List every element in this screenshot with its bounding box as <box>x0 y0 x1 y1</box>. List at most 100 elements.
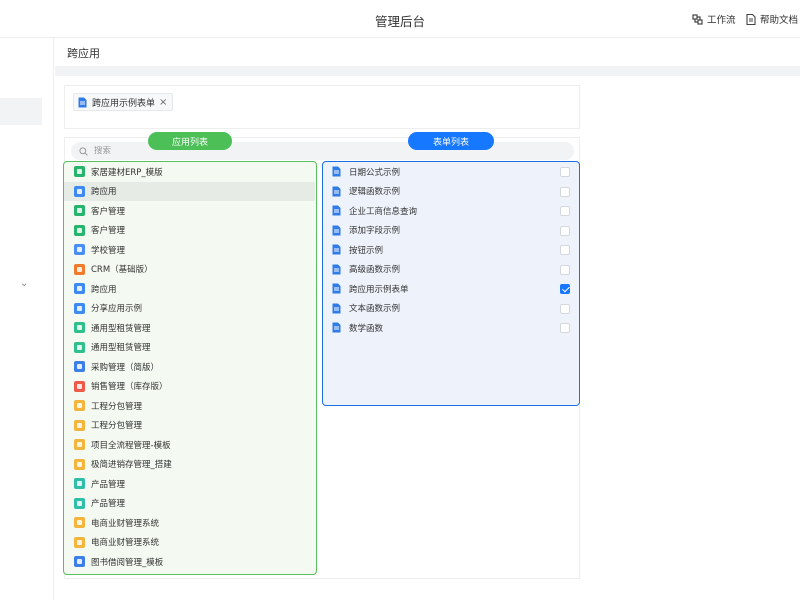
app-icon <box>74 361 85 373</box>
form-item-checkbox[interactable] <box>560 284 570 294</box>
form-doc-icon <box>332 283 341 294</box>
form-item-checkbox[interactable] <box>560 264 570 275</box>
app-list-item[interactable]: 工程分包管理 <box>64 396 315 416</box>
tag-close-icon[interactable]: × <box>159 97 167 108</box>
app-item-label: 通用型租赁管理 <box>91 323 151 334</box>
app-icon <box>74 205 85 217</box>
form-doc-icon <box>332 303 341 314</box>
form-item-checkbox[interactable] <box>560 323 570 333</box>
app-list-item[interactable]: 学校管理 <box>64 240 315 260</box>
form-list-item[interactable]: 添加字段示例 <box>323 221 578 241</box>
app-item-label: 工程分包管理 <box>91 421 143 432</box>
form-list-item[interactable]: 日期公式示例 <box>323 162 578 182</box>
app-list-item[interactable]: 工程分包管理 <box>64 416 315 436</box>
app-icon <box>74 166 85 178</box>
form-list-label: 表单列表 <box>408 132 494 150</box>
sidebar-active-item[interactable] <box>0 98 42 125</box>
form-doc-icon <box>332 205 341 216</box>
help-doc-icon <box>746 13 756 25</box>
app-icon <box>74 341 85 353</box>
app-item-label: 图书借阅管理_模板 <box>91 557 164 568</box>
form-item-checkbox[interactable] <box>560 225 570 236</box>
app-list-item[interactable]: 产品管理 <box>64 474 315 494</box>
chevron-down-icon[interactable]: ⌄ <box>20 278 28 289</box>
divider-strip <box>55 66 800 76</box>
form-doc-icon <box>332 322 341 333</box>
app-list-item[interactable]: 跨应用 <box>64 279 315 299</box>
form-list-item[interactable]: 跨应用示例表单 <box>323 279 578 299</box>
form-item-label: 日期公式示例 <box>349 167 401 178</box>
app-list-item[interactable]: 电商业财管理系统 <box>64 533 315 553</box>
form-item-label: 跨应用示例表单 <box>349 284 409 295</box>
app-list-item[interactable]: 通用型租赁管理 <box>64 318 315 338</box>
app-icon <box>74 322 85 334</box>
app-list-item[interactable]: 项目全流程管理-模板 <box>64 435 315 455</box>
app-list-item[interactable]: 分享应用示例 <box>64 299 315 319</box>
app-list-item[interactable]: 家居建材ERP_模版 <box>64 162 315 182</box>
form-list: 日期公式示例 逻辑函数示例企业工商信息查询 添加字段示例按钮示例高级函数示例 跨应用示… <box>322 161 580 406</box>
app-list-item[interactable]: 销售管理（库存版） <box>64 377 315 397</box>
app-list-item[interactable]: 采购管理（简版） <box>64 357 315 377</box>
app-list-item[interactable]: 图书借阅管理_模板 <box>64 552 315 572</box>
form-item-label: 逻辑函数示例 <box>349 187 401 198</box>
app-item-label: 项目全流程管理-模板 <box>91 440 171 451</box>
app-list-item[interactable]: 电商业财管理系统 <box>64 513 315 533</box>
app-icon <box>74 185 85 197</box>
app-list-item[interactable]: CRM（基础版） <box>64 260 315 280</box>
form-doc-icon <box>332 244 341 255</box>
left-sidebar: ⌄ <box>0 38 54 600</box>
help-docs-link[interactable]: 帮助文档 <box>746 12 798 26</box>
app-icon <box>74 263 85 275</box>
app-list-item[interactable]: 客户管理 <box>64 221 315 241</box>
form-item-label: 文本函数示例 <box>349 304 401 315</box>
app-title: 管理后台 <box>374 14 425 29</box>
workflow-label: 工作流 <box>707 15 736 26</box>
app-icon <box>74 458 85 470</box>
form-item-checkbox[interactable] <box>560 245 570 255</box>
app-item-label: 电商业财管理系统 <box>91 518 160 529</box>
page-title: 跨应用 <box>67 47 100 60</box>
form-list-item[interactable]: 逻辑函数示例 <box>323 182 578 202</box>
app-icon <box>74 244 85 256</box>
selected-tag: 跨应用示例表单 × <box>73 93 174 111</box>
app-item-label: 分享应用示例 <box>91 304 143 315</box>
form-item-checkbox[interactable] <box>560 186 570 197</box>
form-doc-icon <box>78 97 87 107</box>
app-icon <box>74 439 85 451</box>
selected-tags-box[interactable]: 跨应用示例表单 × <box>64 85 580 129</box>
app-item-label: CRM（基础版） <box>91 265 153 276</box>
app-icon <box>74 302 85 314</box>
app-icon <box>74 536 85 548</box>
app-item-label: 电商业财管理系统 <box>91 538 160 549</box>
form-item-checkbox[interactable] <box>560 303 570 314</box>
form-list-item[interactable]: 文本函数示例 <box>323 299 578 319</box>
search-icon <box>79 146 88 156</box>
form-item-label: 高级函数示例 <box>349 265 401 276</box>
app-list-item[interactable]: 通用型租赁管理 <box>64 338 315 358</box>
app-list: 家居建材ERP_模版 跨应用 客户管理 客户管理 学校管理 CRM（基础版） 跨应用 分享应用… <box>63 161 317 575</box>
app-item-label: 产品管理 <box>91 499 126 510</box>
app-list-item[interactable]: 极简进销存管理_搭建 <box>64 455 315 475</box>
workflow-icon <box>692 13 703 25</box>
app-item-label: 极简进销存管理_搭建 <box>91 460 172 471</box>
app-item-label: 学校管理 <box>91 245 126 256</box>
app-icon <box>74 517 85 529</box>
search-bar[interactable] <box>71 142 574 160</box>
app-item-label: 工程分包管理 <box>91 401 143 412</box>
app-list-item[interactable]: 客户管理 <box>64 201 315 221</box>
form-list-item[interactable]: 高级函数示例 <box>323 260 578 280</box>
form-doc-icon <box>332 225 341 236</box>
form-item-checkbox[interactable] <box>560 206 570 216</box>
app-list-item[interactable]: 产品管理 <box>64 494 315 514</box>
app-item-label: 客户管理 <box>91 206 126 217</box>
form-list-item[interactable]: 数学函数 <box>323 318 578 338</box>
workflow-link[interactable]: 工作流 <box>692 12 736 26</box>
app-item-label: 采购管理（简版） <box>91 362 160 373</box>
form-item-label: 按钮示例 <box>349 245 384 256</box>
form-list-item[interactable]: 按钮示例 <box>323 240 578 260</box>
app-list-item[interactable]: 跨应用 <box>64 181 315 201</box>
form-item-checkbox[interactable] <box>560 167 570 177</box>
help-docs-label: 帮助文档 <box>760 15 799 26</box>
app-item-label: 客户管理 <box>91 226 126 237</box>
form-list-item[interactable]: 企业工商信息查询 <box>323 201 578 221</box>
